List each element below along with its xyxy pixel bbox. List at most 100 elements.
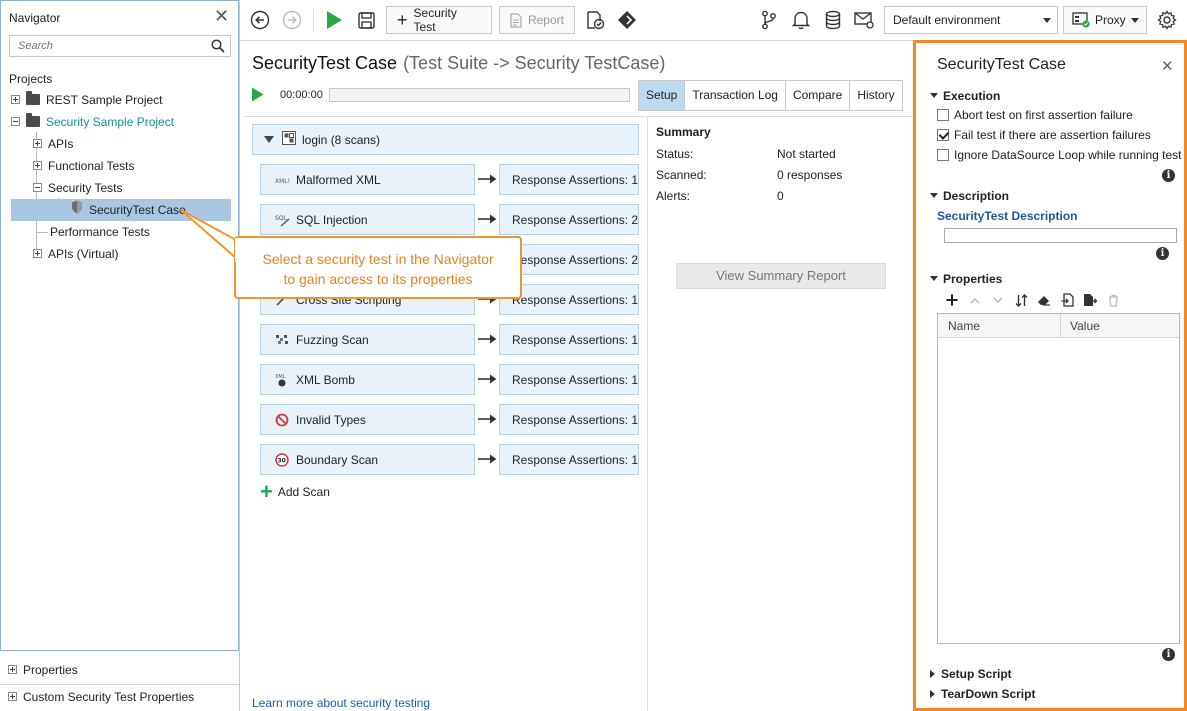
properties-table[interactable]: Name Value bbox=[937, 313, 1180, 644]
forward-button[interactable] bbox=[281, 6, 303, 34]
tree-item-security-sample-project[interactable]: Security Sample Project bbox=[11, 111, 174, 133]
checklist-button[interactable] bbox=[584, 6, 606, 34]
sort-icon[interactable] bbox=[1013, 292, 1029, 308]
description-field[interactable] bbox=[944, 228, 1177, 243]
expand-icon[interactable] bbox=[8, 665, 17, 674]
tree-item-functional-tests[interactable]: Functional Tests bbox=[33, 155, 135, 177]
tab-transaction-log[interactable]: Transaction Log bbox=[685, 81, 786, 110]
expand-icon[interactable] bbox=[11, 95, 20, 104]
preferences-button[interactable] bbox=[1156, 6, 1178, 34]
column-header-value[interactable]: Value bbox=[1070, 319, 1100, 333]
mail-icon bbox=[854, 11, 874, 29]
view-summary-report-button[interactable]: View Summary Report bbox=[676, 263, 886, 289]
import-icon[interactable] bbox=[1059, 292, 1075, 308]
folder-icon bbox=[26, 116, 40, 127]
notifications-button[interactable] bbox=[790, 6, 812, 34]
tree-item-apis-virtual[interactable]: APIs (Virtual) bbox=[33, 243, 118, 265]
collapse-icon[interactable] bbox=[11, 117, 20, 126]
column-header-name[interactable]: Name bbox=[948, 319, 980, 333]
back-button[interactable] bbox=[249, 6, 271, 34]
add-property-icon[interactable] bbox=[944, 292, 960, 308]
export-icon[interactable] bbox=[1082, 292, 1098, 308]
checkbox[interactable] bbox=[937, 149, 949, 161]
expand-icon[interactable] bbox=[8, 692, 17, 701]
assertions-invalid-types[interactable]: Response Assertions: 1 bbox=[499, 404, 639, 435]
inspector-title: SecurityTest Case bbox=[937, 56, 1066, 74]
checkbox[interactable] bbox=[937, 109, 949, 121]
search-input[interactable] bbox=[10, 36, 200, 56]
git-branch-icon bbox=[761, 10, 777, 30]
scan-xml-bomb[interactable]: XML XML Bomb bbox=[260, 364, 475, 395]
svg-text:30: 30 bbox=[278, 457, 286, 464]
close-icon[interactable]: ✕ bbox=[1161, 57, 1174, 75]
run-button[interactable] bbox=[323, 6, 345, 34]
tab-history[interactable]: History bbox=[850, 81, 901, 110]
assertions-xml-bomb[interactable]: Response Assertions: 1 bbox=[499, 364, 639, 395]
scan-invalid-types[interactable]: Invalid Types bbox=[260, 404, 475, 435]
collapse-icon[interactable] bbox=[33, 183, 42, 192]
tree-item-securitytest-case[interactable]: SecurityTest Case bbox=[11, 199, 231, 221]
expand-icon[interactable] bbox=[33, 249, 42, 258]
section-teardown-script[interactable]: TearDown Script bbox=[930, 687, 1035, 701]
mail-settings-button[interactable] bbox=[853, 6, 875, 34]
expand-icon[interactable] bbox=[33, 161, 42, 170]
info-icon[interactable]: i bbox=[1162, 169, 1175, 182]
search-icon[interactable] bbox=[211, 39, 225, 56]
chevron-down-icon[interactable] bbox=[264, 136, 274, 143]
scan-sql-injection[interactable]: SQL SQL Injection bbox=[260, 204, 475, 235]
database-button[interactable] bbox=[822, 6, 844, 34]
report-button[interactable]: Report bbox=[499, 6, 575, 34]
custom-properties-panel-toggle[interactable]: Custom Security Test Properties bbox=[8, 687, 194, 707]
move-down-icon[interactable] bbox=[990, 292, 1006, 308]
add-scan-button[interactable]: + Add Scan bbox=[260, 483, 330, 501]
scan-boundary[interactable]: 30 Boundary Scan bbox=[260, 444, 475, 475]
option-ignore-datasource-loop[interactable]: Ignore DataSource Loop while running tes… bbox=[937, 148, 1181, 162]
chevron-right-icon bbox=[930, 670, 935, 678]
checkbox[interactable] bbox=[937, 129, 949, 141]
column-divider[interactable] bbox=[1060, 314, 1061, 338]
learn-more-link[interactable]: Learn more about security testing bbox=[252, 696, 430, 710]
new-security-test-button[interactable]: + Security Test bbox=[386, 6, 492, 34]
assertions-malformed-xml[interactable]: Response Assertions: 1 bbox=[499, 164, 639, 195]
tree-item-apis[interactable]: APIs bbox=[33, 133, 73, 155]
section-setup-script[interactable]: Setup Script bbox=[930, 667, 1012, 681]
expand-icon[interactable] bbox=[33, 139, 42, 148]
option-abort-on-first-failure[interactable]: Abort test on first assertion failure bbox=[937, 108, 1133, 122]
run-security-test-button[interactable] bbox=[251, 87, 264, 105]
test-step-login[interactable]: login (8 scans) bbox=[252, 124, 639, 155]
tree-item-rest-sample-project[interactable]: REST Sample Project bbox=[11, 89, 163, 111]
option-fail-on-assertion-failures[interactable]: Fail test if there are assertion failure… bbox=[937, 128, 1151, 142]
tab-setup[interactable]: Setup bbox=[639, 81, 685, 110]
assertions-fuzzing[interactable]: Response Assertions: 1 bbox=[499, 324, 639, 355]
divider bbox=[0, 684, 239, 685]
branches-button[interactable] bbox=[758, 6, 780, 34]
proxy-button[interactable]: Proxy bbox=[1063, 6, 1147, 34]
close-icon[interactable]: ✕ bbox=[214, 6, 229, 27]
scan-malformed-xml[interactable]: XML! Malformed XML bbox=[260, 164, 475, 195]
tab-compare[interactable]: Compare bbox=[786, 81, 850, 110]
info-icon[interactable]: i bbox=[1162, 648, 1175, 661]
test-case-name: SecurityTest Case bbox=[252, 53, 397, 73]
section-execution[interactable]: Execution bbox=[930, 89, 1000, 103]
eraser-icon[interactable] bbox=[1036, 292, 1052, 308]
save-button[interactable] bbox=[355, 6, 377, 34]
info-icon[interactable]: i bbox=[1156, 247, 1169, 260]
section-properties[interactable]: Properties bbox=[930, 272, 1002, 286]
diamond-icon bbox=[617, 10, 637, 30]
move-up-icon[interactable] bbox=[967, 292, 983, 308]
properties-panel-toggle[interactable]: Properties bbox=[8, 660, 78, 680]
section-description[interactable]: Description bbox=[930, 189, 1009, 203]
trash-icon[interactable] bbox=[1105, 292, 1121, 308]
tree-item-security-tests[interactable]: Security Tests bbox=[33, 177, 122, 199]
assertions-sql-injection[interactable]: Response Assertions: 2 bbox=[499, 204, 639, 235]
environment-select[interactable]: Default environment bbox=[884, 6, 1058, 34]
api-hub-button[interactable] bbox=[616, 6, 638, 34]
assertions-boundary[interactable]: Response Assertions: 1 bbox=[499, 444, 639, 475]
arrow-right-icon bbox=[478, 333, 497, 345]
report-icon bbox=[510, 13, 522, 28]
search-box[interactable] bbox=[9, 35, 231, 57]
scan-fuzzing[interactable]: Fuzzing Scan bbox=[260, 324, 475, 355]
tree-item-performance-tests[interactable]: Performance Tests bbox=[50, 221, 150, 243]
editor-title: SecurityTest Case(Test Suite -> Security… bbox=[252, 53, 665, 74]
summary-panel: Summary Status:Not started Scanned:0 res… bbox=[656, 125, 906, 139]
